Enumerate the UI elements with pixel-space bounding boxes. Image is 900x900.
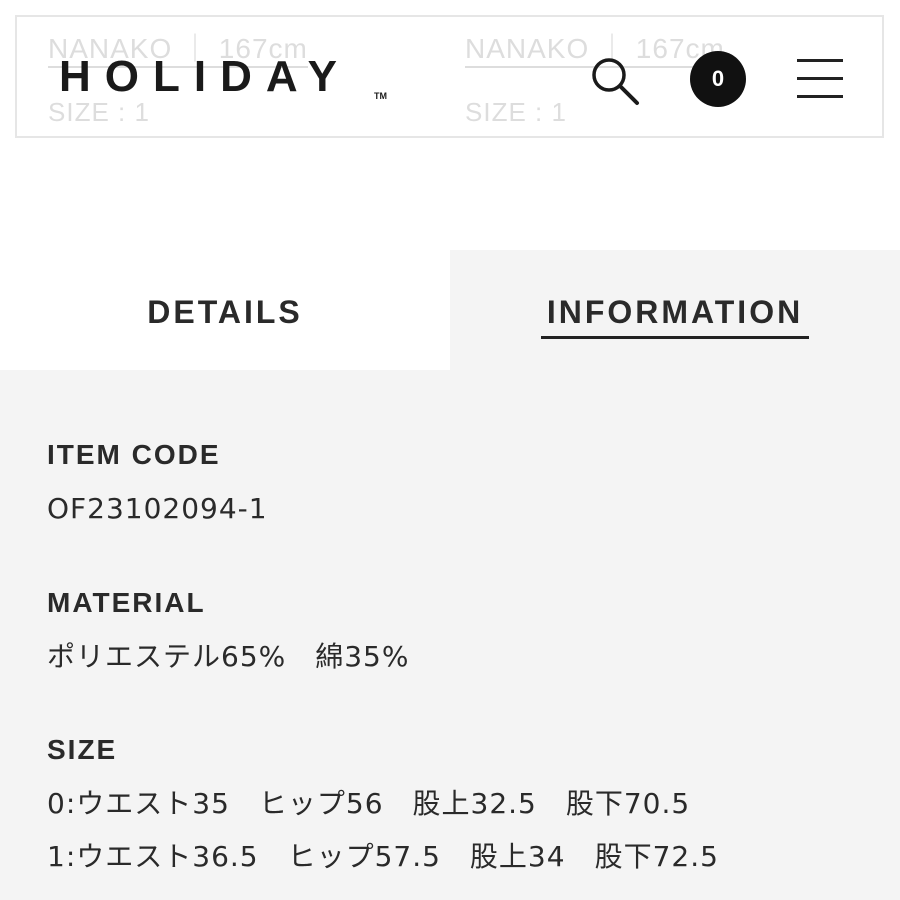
hamburger-menu-icon: [797, 59, 843, 62]
item-code-heading: ITEM CODE: [47, 439, 221, 470]
background-size-label: SIZE : 1: [465, 97, 567, 127]
tab-information-label: INFORMATION: [546, 294, 804, 330]
brand-logo[interactable]: HOLIDAY: [59, 55, 351, 99]
material-value: ポリエステル65% 綿35%: [47, 640, 410, 673]
size-row: 0:ウエスト35 ヒップ56 股上32.5 股下70.5: [47, 787, 691, 820]
hamburger-menu-icon: [797, 95, 843, 98]
material-heading: MATERIAL: [47, 587, 206, 618]
size-heading: SIZE: [47, 734, 118, 765]
active-tab-indicator: [541, 336, 809, 339]
search-icon: [592, 58, 639, 105]
trademark-mark: TM: [374, 91, 387, 101]
tab-information[interactable]: INFORMATION: [450, 250, 900, 370]
search-button[interactable]: [587, 53, 643, 109]
cart-button[interactable]: 0: [690, 51, 746, 107]
item-code-value: OF23102094-1: [47, 492, 268, 525]
background-size-label: SIZE : 1: [48, 97, 150, 127]
cart-count-badge: 0: [711, 66, 725, 91]
tab-details-label: DETAILS: [147, 294, 303, 330]
site-header: NANAKO ｜ 167cm SIZE : 1 NANAKO ｜ 167cm S…: [15, 15, 884, 138]
size-row: 1:ウエスト36.5 ヒップ57.5 股上34 股下72.5: [47, 840, 719, 873]
information-panel: ITEM CODE OF23102094-1 MATERIAL ポリエステル65…: [0, 370, 900, 900]
tab-details[interactable]: DETAILS: [0, 250, 450, 370]
hamburger-menu-icon: [797, 77, 843, 80]
menu-button[interactable]: [797, 59, 843, 99]
product-info-page: NANAKO ｜ 167cm SIZE : 1 NANAKO ｜ 167cm S…: [0, 0, 900, 900]
